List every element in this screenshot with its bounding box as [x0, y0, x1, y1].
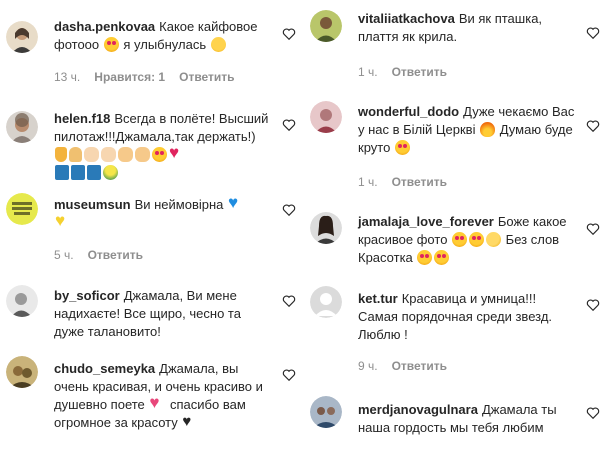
comment-username[interactable]: chudo_semeyka: [54, 361, 155, 376]
heart-eyes-emoji-icon: [152, 147, 167, 162]
reply-button[interactable]: Ответить: [179, 70, 234, 84]
like-heart-icon[interactable]: [282, 368, 296, 382]
comments-column-right: vitaliiatkachova Ви як пташка, плаття як …: [304, 0, 607, 461]
yellow-heart-emoji-icon: [55, 212, 71, 230]
bouquet-emoji-icon: [103, 165, 118, 180]
clap-emoji-icon: [101, 147, 116, 162]
like-heart-icon[interactable]: [282, 203, 296, 217]
medal-emoji-icon: [87, 165, 101, 180]
blue-heart-emoji-icon: [228, 194, 244, 212]
comment-meta: 1 ч. Ответить: [358, 175, 461, 189]
like-heart-icon[interactable]: [586, 222, 600, 236]
like-heart-icon[interactable]: [282, 294, 296, 308]
comment-username[interactable]: vitaliiatkachova: [358, 11, 455, 26]
avatar[interactable]: [6, 285, 38, 317]
medal-emoji-icon: [55, 165, 69, 180]
avatar[interactable]: [310, 101, 342, 133]
comment-meta: 13 ч. Нравится: 1 Ответить: [54, 70, 249, 84]
like-heart-icon[interactable]: [282, 27, 296, 41]
heart-eyes-emoji-icon: [417, 250, 433, 265]
heart-eyes-emoji-icon: [394, 140, 410, 155]
comment-username[interactable]: wonderful_dodo: [358, 104, 459, 119]
comment-meta: 5 ч. Ответить: [54, 248, 157, 262]
comment-username[interactable]: dasha.penkovaa: [54, 19, 155, 34]
comment-time: 1 ч.: [358, 65, 378, 79]
comment-text: Ви неймовірна: [134, 197, 224, 212]
comments-column-left: dasha.penkovaa Какое кайфовое фотооо я ул…: [0, 0, 303, 461]
avatar[interactable]: [6, 111, 38, 143]
heart-eyes-emoji-icon: [434, 250, 450, 265]
avatar[interactable]: [310, 286, 342, 318]
pray-emoji-icon: [69, 147, 82, 162]
heart-eyes-emoji-icon: [452, 232, 468, 247]
comment-username[interactable]: merdjanovagulnara: [358, 402, 478, 417]
black-heart-emoji-icon: [182, 413, 198, 431]
avatar[interactable]: [6, 193, 38, 225]
clap-emoji-icon: [118, 147, 133, 162]
comment-meta: 9 ч. Ответить: [358, 359, 461, 373]
reply-button[interactable]: Ответить: [392, 359, 447, 373]
smiling-face-emoji-icon: [486, 232, 502, 247]
avatar[interactable]: [6, 356, 38, 388]
avatar[interactable]: [310, 10, 342, 42]
like-heart-icon[interactable]: [586, 119, 600, 133]
smile-emoji-icon: [210, 37, 226, 52]
broken-heart-emoji-icon: [149, 394, 165, 412]
comment-time: 9 ч.: [358, 359, 378, 373]
avatar[interactable]: [310, 396, 342, 428]
avatar[interactable]: [310, 212, 342, 244]
comment-likes[interactable]: Нравится: 1: [94, 70, 165, 84]
comment-username[interactable]: by_soficor: [54, 288, 120, 303]
comment-text-continued: я улыбнулась: [119, 37, 207, 52]
comment-username[interactable]: museumsun: [54, 197, 131, 212]
comment-username[interactable]: ket.tur: [358, 291, 398, 306]
like-heart-icon[interactable]: [282, 118, 296, 132]
medal-emoji-icon: [71, 165, 85, 180]
like-heart-icon[interactable]: [586, 298, 600, 312]
comment-meta: 1 ч. Ответить: [358, 65, 461, 79]
comment-time: 13 ч.: [54, 70, 81, 84]
heart-eyes-emoji-icon: [469, 232, 485, 247]
reply-button[interactable]: Ответить: [88, 248, 143, 262]
thumbs-up-emoji-icon: [55, 147, 67, 162]
clap-emoji-icon: [84, 147, 99, 162]
heart-eyes-emoji-icon: [103, 37, 119, 52]
clap-emoji-icon: [135, 147, 150, 162]
like-heart-icon[interactable]: [586, 26, 600, 40]
comment-username[interactable]: jamalaja_love_forever: [358, 214, 494, 229]
reply-button[interactable]: Ответить: [392, 65, 447, 79]
fire-emoji-icon: [480, 122, 496, 137]
comment-time: 1 ч.: [358, 175, 378, 189]
comment-time: 5 ч.: [54, 248, 74, 262]
red-heart-emoji-icon: [169, 144, 185, 162]
reply-button[interactable]: Ответить: [392, 175, 447, 189]
comment-username[interactable]: helen.f18: [54, 111, 110, 126]
like-heart-icon[interactable]: [586, 406, 600, 420]
avatar[interactable]: [6, 21, 38, 53]
